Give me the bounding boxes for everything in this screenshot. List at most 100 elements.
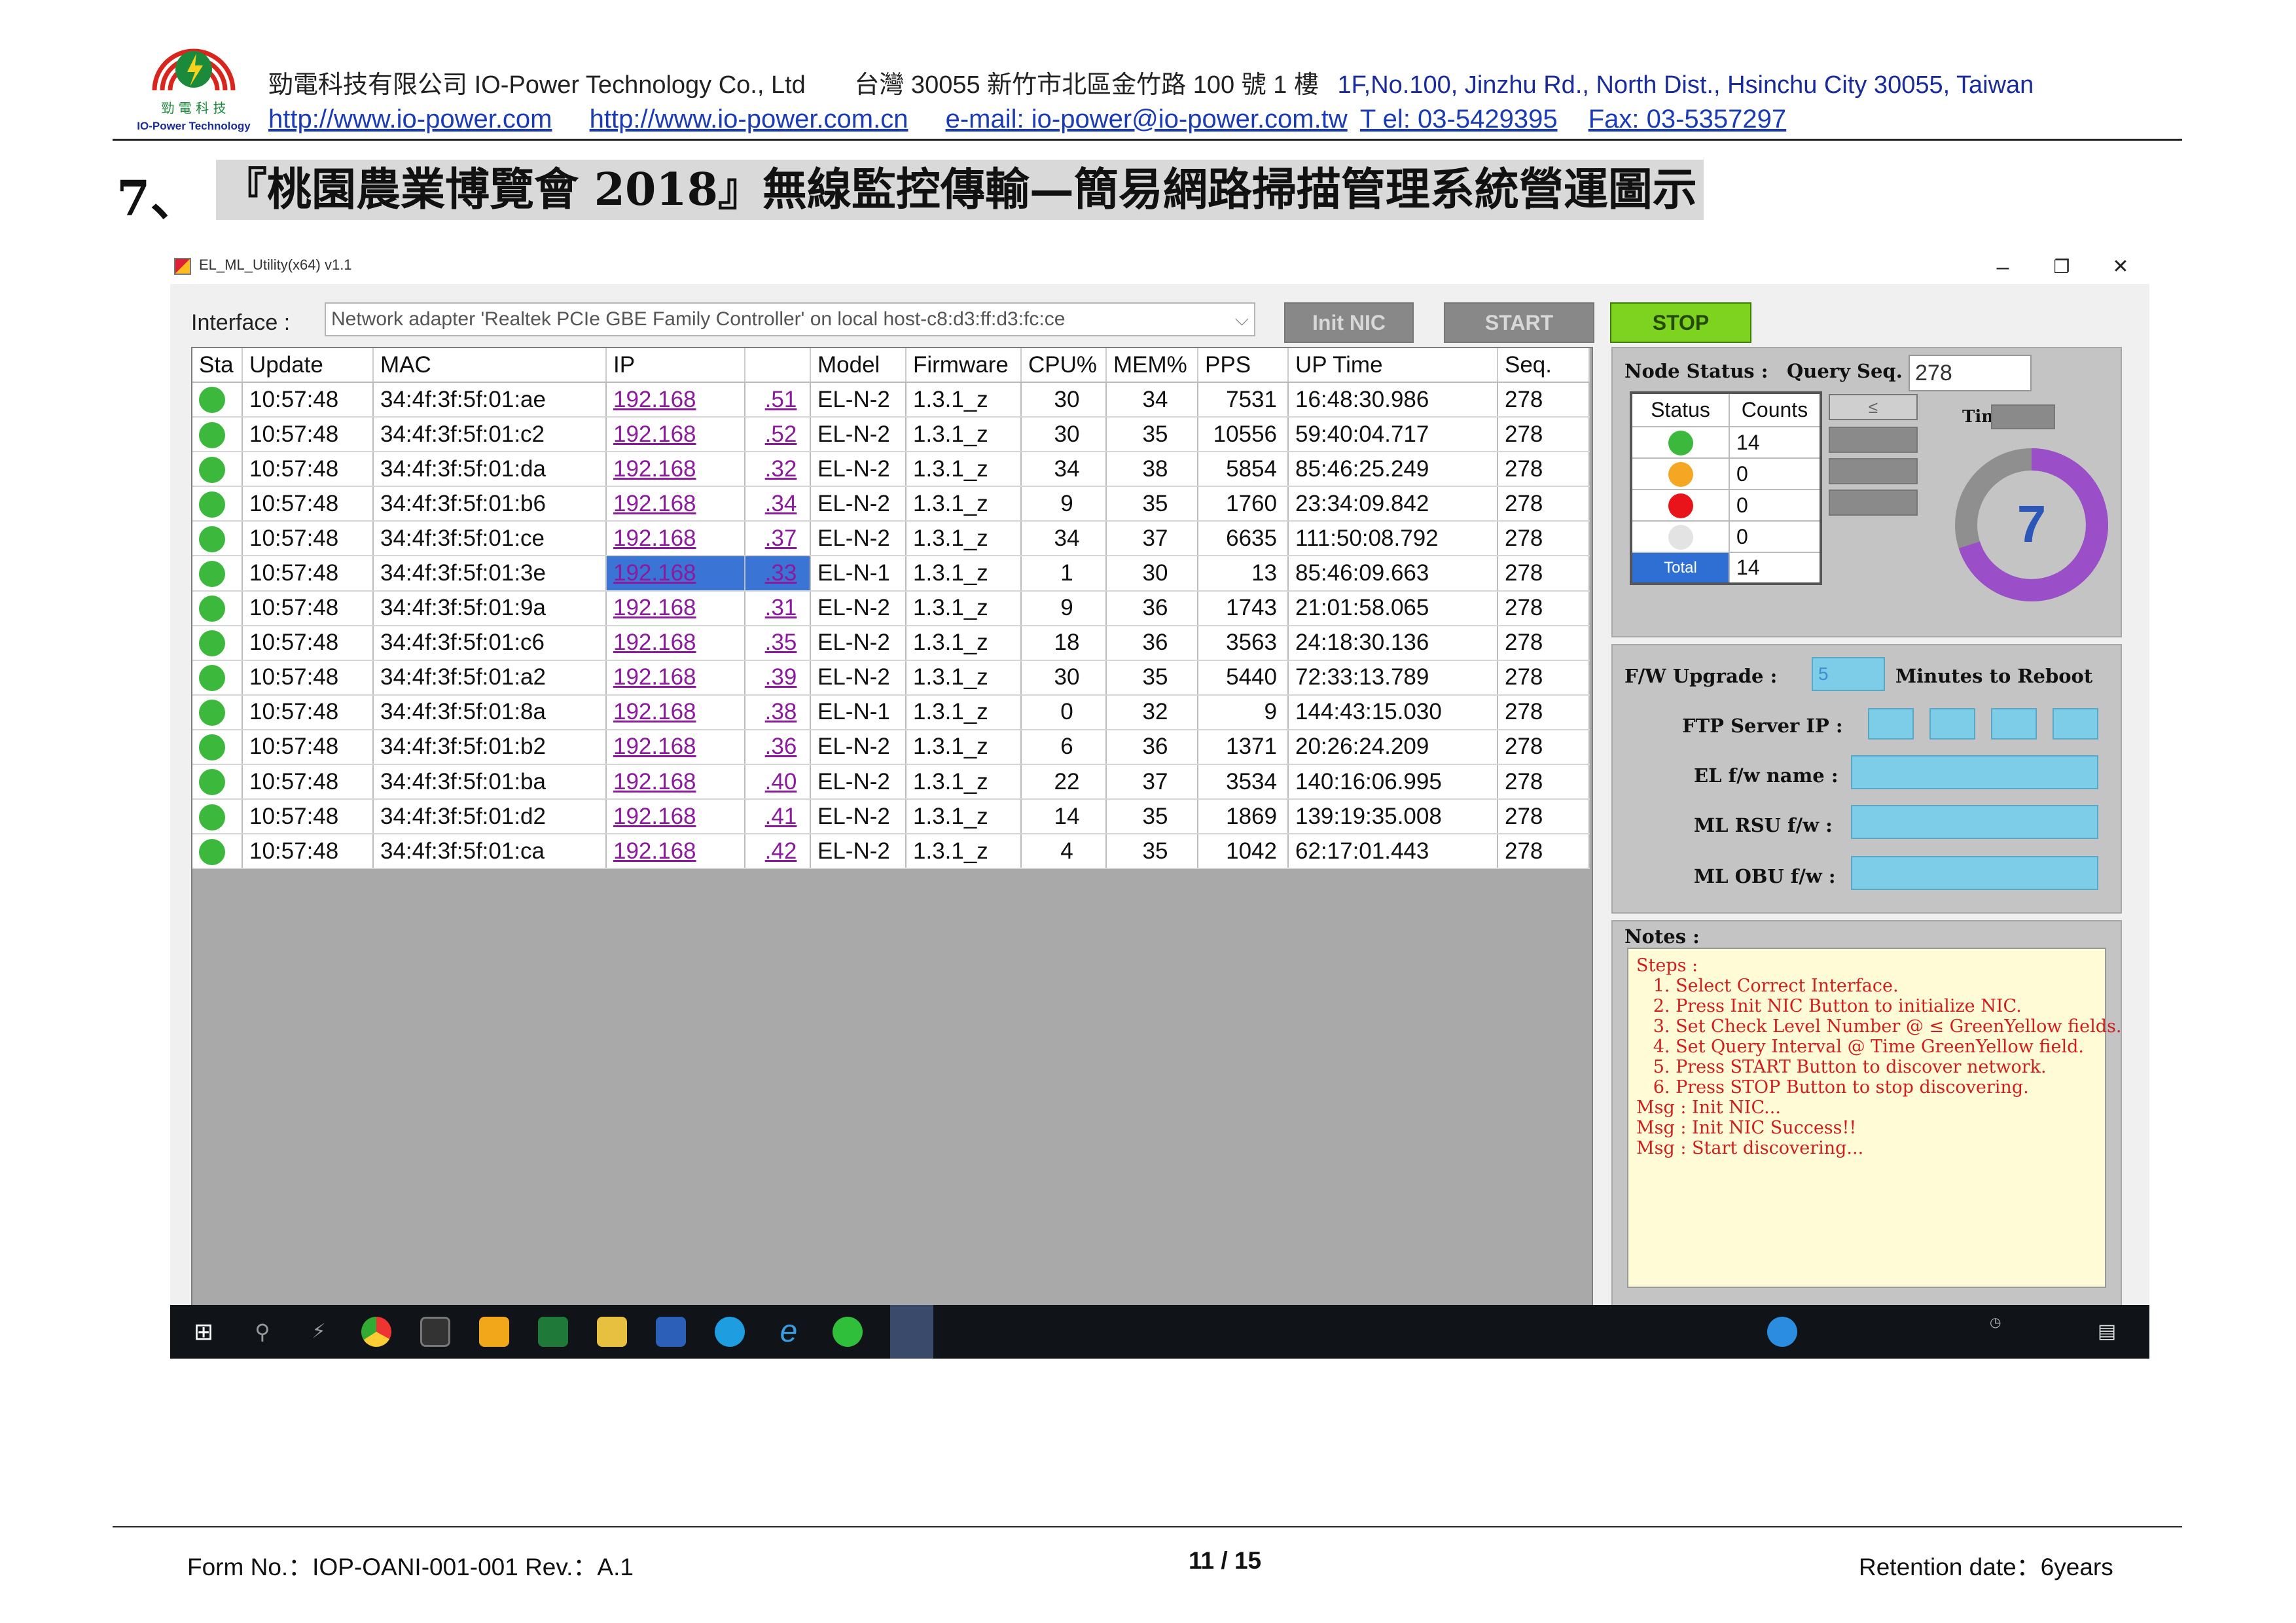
ip-suffix-link[interactable]: .31 (765, 595, 797, 620)
ip-suffix-link[interactable]: .35 (765, 630, 797, 655)
check-level-yellow[interactable] (1829, 458, 1918, 484)
ip-link[interactable]: 192.168 (613, 526, 696, 551)
chrome-icon[interactable] (361, 1317, 391, 1347)
line-icon[interactable] (833, 1317, 863, 1347)
table-row[interactable]: 10:57:48 34:4f:3f:5f:01:8a 192.168 .38 EL-N-… (192, 694, 1590, 730)
table-row[interactable]: 10:57:48 34:4f:3f:5f:01:b6 192.168 .34 EL-N-… (192, 486, 1590, 522)
search-icon[interactable]: ⚲ (247, 1317, 278, 1347)
website-link-cn[interactable]: http://www.io-power.com.cn (590, 105, 908, 134)
ip-link[interactable]: 192.168 (613, 838, 696, 864)
col-update[interactable]: Update (242, 348, 374, 383)
col-model[interactable]: Model (810, 348, 906, 383)
ip-suffix-link[interactable]: .36 (765, 734, 797, 759)
check-level-le-field[interactable]: ≤ (1829, 394, 1918, 420)
ip-link[interactable]: 192.168 (613, 734, 696, 759)
terminal-icon[interactable] (420, 1317, 450, 1347)
ip-suffix-link[interactable]: .34 (765, 491, 797, 516)
table-row[interactable]: 10:57:48 34:4f:3f:5f:01:a2 192.168 .39 EL-N-… (192, 660, 1590, 696)
network-tool-icon[interactable]: ⚡ (304, 1317, 334, 1347)
email-link[interactable]: e-mail: io-power@io-power.com.tw (946, 105, 1348, 134)
init-nic-button[interactable]: Init NIC (1284, 302, 1414, 343)
col-cpu[interactable]: CPU% (1021, 348, 1107, 383)
ip-suffix-link[interactable]: .51 (765, 387, 797, 412)
windows-start-icon[interactable]: ⊞ (188, 1317, 219, 1347)
el-fw-name-input[interactable] (1851, 755, 2098, 789)
cpu-cell: 9 (1021, 590, 1107, 626)
table-row[interactable]: 10:57:48 34:4f:3f:5f:01:d2 192.168 .41 EL-N-… (192, 799, 1590, 835)
table-row[interactable]: 10:57:48 34:4f:3f:5f:01:b2 192.168 .36 EL-N-… (192, 729, 1590, 766)
ip-link[interactable]: 192.168 (613, 769, 696, 794)
col-pps[interactable]: PPS (1198, 348, 1289, 383)
help-icon[interactable] (1767, 1317, 1797, 1347)
ml-rsu-fw-input[interactable] (1851, 805, 2098, 839)
col-mac[interactable]: MAC (373, 348, 607, 383)
ip-link[interactable]: 192.168 (613, 804, 696, 829)
ip-link[interactable]: 192.168 (613, 699, 696, 724)
notes-textbox[interactable]: Steps : 1. Select Correct Interface. 2. … (1627, 948, 2121, 1288)
ip-link[interactable]: 192.168 (613, 456, 696, 482)
col-uptime[interactable]: UP Time (1288, 348, 1498, 383)
col-seq[interactable]: Seq. (1498, 348, 1590, 383)
model-cell: EL-N-2 (810, 382, 906, 418)
ip-link[interactable]: 192.168 (613, 491, 696, 516)
stop-button[interactable]: STOP (1610, 302, 1751, 343)
ip-link[interactable]: 192.168 (613, 421, 696, 447)
ftp-ip-octet-1[interactable] (1868, 708, 1914, 740)
ip-link[interactable]: 192.168 (613, 595, 696, 620)
minimize-icon[interactable]: – (1983, 253, 2022, 281)
interface-select[interactable]: Network adapter 'Realtek PCIe GBE Family… (325, 302, 1255, 336)
table-row[interactable]: 10:57:48 34:4f:3f:5f:01:ce 192.168 .37 EL-N-… (192, 521, 1590, 557)
table-row[interactable]: 10:57:48 34:4f:3f:5f:01:ae 192.168 .51 EL-N-… (192, 382, 1590, 418)
excel-icon[interactable] (538, 1317, 568, 1347)
table-row[interactable]: 10:57:48 34:4f:3f:5f:01:ba 192.168 .40 EL-N-… (192, 764, 1590, 800)
fw-upgrade-minutes-input[interactable]: 5 (1812, 657, 1885, 691)
firmware-cell: 1.3.1_z (906, 382, 1022, 418)
table-row[interactable]: 10:57:48 34:4f:3f:5f:01:ca 192.168 .42 EL-N-… (192, 834, 1590, 870)
notification-icon[interactable]: ▤ (2092, 1317, 2122, 1347)
ip-suffix-link[interactable]: .42 (765, 838, 797, 864)
query-seq-input[interactable]: 278 (1909, 355, 2032, 391)
start-button[interactable]: START (1444, 302, 1594, 343)
ip-link[interactable]: 192.168 (613, 630, 696, 655)
ml-obu-fw-input[interactable] (1851, 856, 2098, 890)
ftp-ip-octet-4[interactable] (2053, 708, 2098, 740)
folder-icon[interactable] (597, 1317, 627, 1347)
col-sta[interactable]: Sta (192, 348, 243, 383)
check-level-green[interactable] (1829, 427, 1918, 453)
chevron-down-icon[interactable]: ⌵ (1235, 304, 1249, 335)
ip-suffix-link[interactable]: .33 (765, 560, 797, 586)
table-row[interactable]: 10:57:48 34:4f:3f:5f:01:c6 192.168 .35 EL-N-… (192, 625, 1590, 661)
ip-suffix-link[interactable]: .39 (765, 664, 797, 690)
ftp-ip-octet-3[interactable] (1991, 708, 2037, 740)
node-grid[interactable]: Sta Update MAC IP Model Firmware CPU% ME… (191, 347, 1593, 1306)
ip-link[interactable]: 192.168 (613, 560, 696, 586)
ip-suffix-link[interactable]: .38 (765, 699, 797, 724)
ip-suffix-link[interactable]: .40 (765, 769, 797, 794)
col-ip-suffix[interactable] (745, 348, 811, 383)
ip-link[interactable]: 192.168 (613, 387, 696, 412)
ip-suffix-link[interactable]: .52 (765, 421, 797, 447)
check-level-red[interactable] (1829, 490, 1918, 516)
table-row[interactable]: 10:57:48 34:4f:3f:5f:01:3e 192.168 .33 EL-N-… (192, 556, 1590, 592)
file-manager-icon[interactable] (479, 1317, 509, 1347)
col-mem[interactable]: MEM% (1106, 348, 1198, 383)
edge-icon[interactable]: e (774, 1316, 804, 1347)
website-link-com[interactable]: http://www.io-power.com (268, 105, 552, 134)
table-row[interactable]: 10:57:48 34:4f:3f:5f:01:c2 192.168 .52 EL-N-… (192, 417, 1590, 453)
query-interval-field[interactable] (1991, 404, 2055, 429)
active-app-taskbar-icon[interactable] (890, 1305, 933, 1359)
col-firmware[interactable]: Firmware (906, 348, 1022, 383)
ip-link[interactable]: 192.168 (613, 664, 696, 690)
ip-suffix-link[interactable]: .37 (765, 526, 797, 551)
ip-suffix-link[interactable]: .32 (765, 456, 797, 482)
ip-suffix-link[interactable]: .41 (765, 804, 797, 829)
table-row[interactable]: 10:57:48 34:4f:3f:5f:01:da 192.168 .32 EL-N-… (192, 452, 1590, 488)
status-dot (192, 382, 243, 418)
ftp-ip-octet-2[interactable] (1929, 708, 1975, 740)
skype-icon[interactable] (715, 1317, 745, 1347)
table-row[interactable]: 10:57:48 34:4f:3f:5f:01:9a 192.168 .31 EL-N-… (192, 590, 1590, 626)
close-icon[interactable]: ✕ (2101, 253, 2140, 281)
restore-icon[interactable]: ❐ (2042, 253, 2081, 281)
word-icon[interactable] (656, 1317, 686, 1347)
col-ip[interactable]: IP (606, 348, 745, 383)
